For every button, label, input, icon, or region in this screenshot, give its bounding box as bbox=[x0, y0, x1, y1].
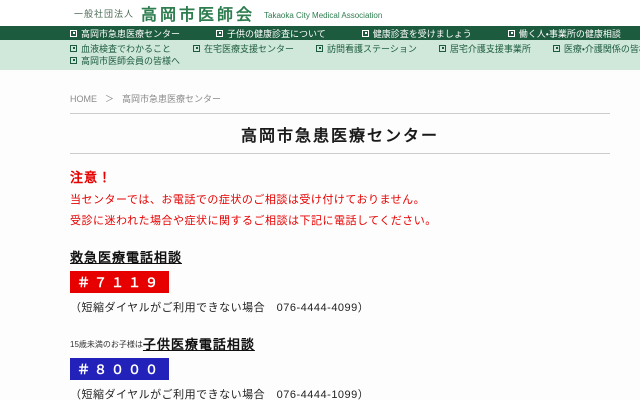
nav-item-label: 子供の健康診査について bbox=[227, 27, 326, 40]
link-box-icon bbox=[439, 45, 446, 52]
nav-row-primary: 高岡市急患医療センター 子供の健康診査について 健康診査を受けましょう 働く人・… bbox=[0, 26, 640, 40]
link-box-icon bbox=[70, 30, 77, 37]
breadcrumb: HOME ＞ 高岡市急患医療センター bbox=[70, 92, 610, 105]
nav-item-visiting-nurse[interactable]: 訪問看護ステーション bbox=[316, 42, 417, 55]
org-type-label: 一般社団法人 bbox=[74, 7, 134, 20]
nav-item-medical-care-staff[interactable]: 医療・介護関係の皆様へ bbox=[553, 42, 640, 55]
link-box-icon bbox=[70, 57, 77, 64]
nav-item-members[interactable]: 高岡市医師会員の皆様へ bbox=[70, 54, 180, 67]
nav-row-2: 血液検査でわかること 在宅医療支援センター 訪問看護ステーション 居宅介護支援事… bbox=[70, 42, 640, 54]
main-nav: 高岡市急患医療センター 子供の健康診査について 健康診査を受けましょう 働く人・… bbox=[0, 26, 640, 70]
link-box-icon bbox=[508, 30, 515, 37]
main-content: HOME ＞ 高岡市急患医療センター 高岡市急患医療センター 注意！ 当センター… bbox=[70, 92, 610, 400]
breadcrumb-home-link[interactable]: HOME bbox=[70, 94, 97, 104]
notice-heading: 注意！ bbox=[70, 167, 610, 186]
nav-item-worker-consult[interactable]: 働く人・事業所の健康相談 bbox=[508, 27, 621, 40]
children-phone-heading: 子供医療電話相談 bbox=[143, 334, 255, 353]
link-box-icon bbox=[216, 30, 223, 37]
site-subtitle: Takaoka City Medical Association bbox=[264, 11, 382, 20]
link-box-icon bbox=[316, 45, 323, 52]
children-phone-section: 15歳未満のお子様は子供医療電話相談 ＃８０００ （短縮ダイヤルがご利用できない… bbox=[70, 334, 610, 400]
breadcrumb-separator: ＞ bbox=[105, 92, 114, 105]
nav-item-home-medical[interactable]: 在宅医療支援センター bbox=[193, 42, 294, 55]
nav-item-label: 居宅介護支援事業所 bbox=[450, 42, 531, 55]
site-title: 高岡市医師会 bbox=[141, 1, 255, 25]
nav-item-label: 在宅医療支援センター bbox=[204, 42, 294, 55]
site-header: 一般社団法人 高岡市医師会 Takaoka City Medical Assoc… bbox=[0, 0, 640, 26]
nav-item-care-support[interactable]: 居宅介護支援事業所 bbox=[439, 42, 531, 55]
emergency-fallback-number: （短縮ダイヤルがご利用できない場合 076-4444-4099） bbox=[70, 299, 610, 315]
emergency-phone-section: 救急医療電話相談 ＃７１１９ （短縮ダイヤルがご利用できない場合 076-444… bbox=[70, 247, 610, 315]
nav-item-child-checkup[interactable]: 子供の健康診査について bbox=[216, 27, 326, 40]
nav-item-health-checkup[interactable]: 健康診査を受けましょう bbox=[362, 27, 472, 40]
nav-item-label: 働く人・事業所の健康相談 bbox=[519, 27, 621, 40]
nav-item-label: 訪問看護ステーション bbox=[327, 42, 417, 55]
breadcrumb-current: 高岡市急患医療センター bbox=[122, 92, 221, 105]
nav-rows-secondary: 血液検査でわかること 在宅医療支援センター 訪問看護ステーション 居宅介護支援事… bbox=[0, 40, 640, 70]
notice-line-2: 受診に迷われた場合や症状に関するご相談は下記に電話してください。 bbox=[70, 212, 610, 228]
page-title: 高岡市急患医療センター bbox=[70, 122, 610, 146]
nav-item-label: 医療・介護関係の皆様へ bbox=[564, 42, 640, 55]
link-box-icon bbox=[193, 45, 200, 52]
page-title-block: 高岡市急患医療センター bbox=[70, 113, 610, 154]
link-box-icon bbox=[553, 45, 560, 52]
link-box-icon bbox=[362, 30, 369, 37]
children-heading-prefix: 15歳未満のお子様は bbox=[70, 340, 143, 349]
link-box-icon bbox=[70, 45, 77, 52]
nav-item-label: 健康診査を受けましょう bbox=[373, 27, 472, 40]
notice-line-1: 当センターでは、お電話での症状のご相談は受け付けておりません。 bbox=[70, 191, 610, 207]
dial-7119-badge: ＃７１１９ bbox=[70, 271, 169, 293]
emergency-phone-heading: 救急医療電話相談 bbox=[70, 247, 182, 266]
children-fallback-number: （短縮ダイヤルがご利用できない場合 076-4444-1099） bbox=[70, 386, 610, 400]
nav-row-3: 高岡市医師会員の皆様へ bbox=[70, 54, 640, 66]
nav-item-label: 高岡市医師会員の皆様へ bbox=[81, 54, 180, 67]
nav-item-label: 高岡市急患医療センター bbox=[81, 27, 180, 40]
notice-section: 注意！ 当センターでは、お電話での症状のご相談は受け付けておりません。 受診に迷… bbox=[70, 167, 610, 228]
dial-8000-badge: ＃８０００ bbox=[70, 358, 169, 380]
nav-item-emergency-center[interactable]: 高岡市急患医療センター bbox=[70, 27, 180, 40]
